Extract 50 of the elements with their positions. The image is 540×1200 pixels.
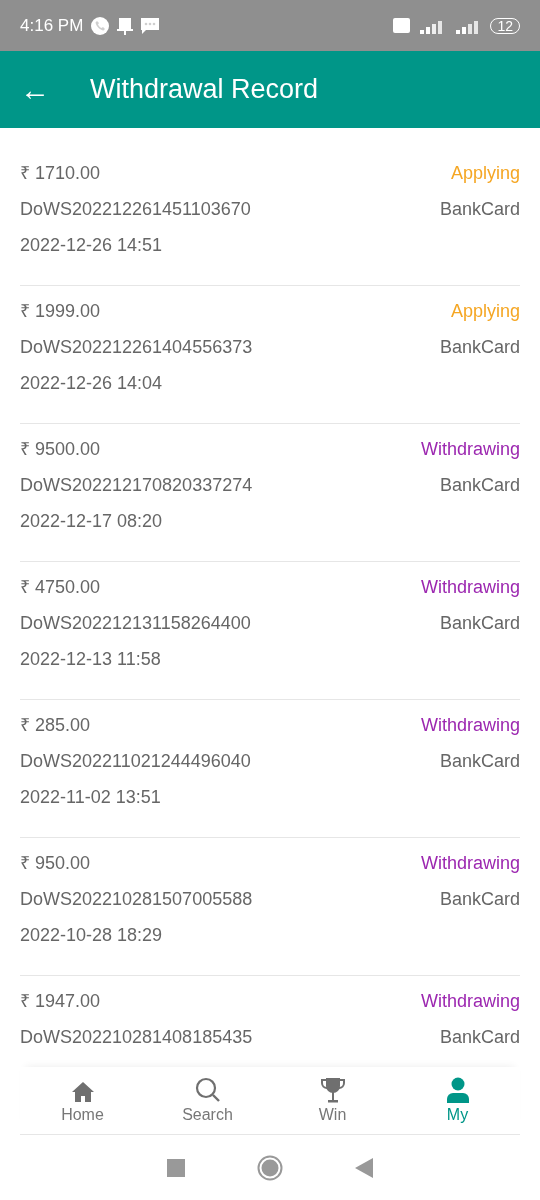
back-nav-button[interactable] bbox=[355, 1157, 373, 1178]
payment-method: BankCard bbox=[439, 611, 520, 635]
payment-method: BankCard bbox=[439, 749, 520, 773]
nav-tab[interactable]: My bbox=[395, 1067, 520, 1134]
payment-method: BankCard bbox=[439, 197, 520, 221]
amount-text: ₹ 9500.00 bbox=[20, 437, 101, 461]
payment-method: BankCard bbox=[439, 335, 520, 359]
message-icon bbox=[141, 17, 160, 34]
payment-method: BankCard bbox=[439, 1025, 520, 1049]
payment-method: BankCard bbox=[439, 887, 520, 911]
date-text: 2022-12-26 14:04 bbox=[20, 371, 163, 395]
nav-tab[interactable]: Search bbox=[145, 1067, 270, 1134]
amount-text: ₹ 285.00 bbox=[20, 713, 91, 737]
status-time: 4:16 PM bbox=[20, 14, 84, 37]
order-number: DoWS202212261404556373 bbox=[20, 335, 253, 359]
date-text: 2022-12-26 14:51 bbox=[20, 233, 163, 257]
page-title: Withdrawal Record bbox=[90, 73, 319, 107]
status-text: Withdrawing bbox=[420, 713, 520, 737]
amount-text: ₹ 950.00 bbox=[20, 851, 91, 875]
payment-method: BankCard bbox=[439, 473, 520, 497]
order-number: DoWS202212170820337274 bbox=[20, 473, 253, 497]
order-number: DoWS202210281507005588 bbox=[20, 887, 253, 911]
date-text: 2022-12-13 11:58 bbox=[20, 647, 161, 671]
search-icon bbox=[194, 1077, 221, 1103]
recent-apps-button[interactable] bbox=[167, 1158, 185, 1177]
nav-tab[interactable]: Win bbox=[270, 1067, 395, 1134]
amount-text: ₹ 1947.00 bbox=[20, 989, 101, 1013]
status-text: Withdrawing bbox=[420, 989, 520, 1013]
date-text: 2022-10-28 18:29 bbox=[20, 923, 163, 947]
order-number: DoWS202211021244496040 bbox=[20, 749, 251, 773]
status-text: Withdrawing bbox=[420, 575, 520, 599]
amount-text: ₹ 1999.00 bbox=[20, 299, 101, 323]
home-button[interactable] bbox=[257, 1154, 283, 1181]
order-number: DoWS202212261451103670 bbox=[20, 197, 251, 221]
back-button[interactable]: ← bbox=[20, 74, 50, 105]
status-text: Applying bbox=[450, 161, 520, 185]
order-number: DoWS202210281408185435 bbox=[20, 1025, 253, 1049]
phone-icon bbox=[91, 16, 110, 35]
order-number: DoWS202212131158264400 bbox=[20, 611, 251, 635]
status-text: Withdrawing bbox=[420, 851, 520, 875]
nav-tab[interactable]: Home bbox=[20, 1067, 145, 1134]
status-text: Applying bbox=[450, 299, 520, 323]
status-text: Withdrawing bbox=[420, 437, 520, 461]
person-icon bbox=[445, 1077, 470, 1103]
home-icon bbox=[70, 1081, 95, 1103]
trophy-icon bbox=[319, 1077, 346, 1103]
amount-text: ₹ 1710.00 bbox=[20, 161, 101, 185]
date-text: 2022-11-02 13:51 bbox=[20, 785, 161, 809]
amount-text: ₹ 4750.00 bbox=[20, 575, 101, 599]
date-text: 2022-12-17 08:20 bbox=[20, 509, 163, 533]
